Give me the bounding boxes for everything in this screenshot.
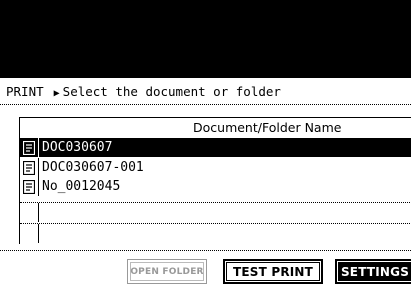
document-icon [20,177,39,196]
list-item[interactable]: DOC030607-001 [20,158,411,177]
document-icon [20,158,39,177]
empty-row [20,223,411,243]
empty-icon-cell [20,224,39,243]
footer-divider [0,250,411,251]
list-item[interactable]: No_0012045 [20,177,411,196]
settings-button[interactable]: SETTINGS [335,259,411,284]
instruction-text: Select the document or folder [62,84,281,99]
top-black-area [0,0,411,78]
empty-row [20,202,411,222]
column-header: Document/Folder Name [20,118,411,138]
open-folder-button[interactable]: OPEN FOLDER [127,259,207,284]
header-bar: PRINT ▶ Select the document or folder [6,84,281,99]
list-item-name: DOC030607 [42,140,113,155]
arrow-right-icon: ▶ [53,88,60,99]
document-icon [20,138,39,157]
test-print-button[interactable]: TEST PRINT [223,259,323,284]
list-item-name: DOC030607-001 [42,160,144,175]
mode-label: PRINT [6,84,44,99]
document-list: Document/Folder Name DOC030607 DOC030607… [19,117,411,244]
list-item-name: No_0012045 [42,179,121,194]
list-item-selected[interactable]: DOC030607 [20,138,411,157]
header-divider [0,104,411,105]
column-header-label: Document/Folder Name [193,120,342,135]
empty-icon-cell [20,203,39,222]
